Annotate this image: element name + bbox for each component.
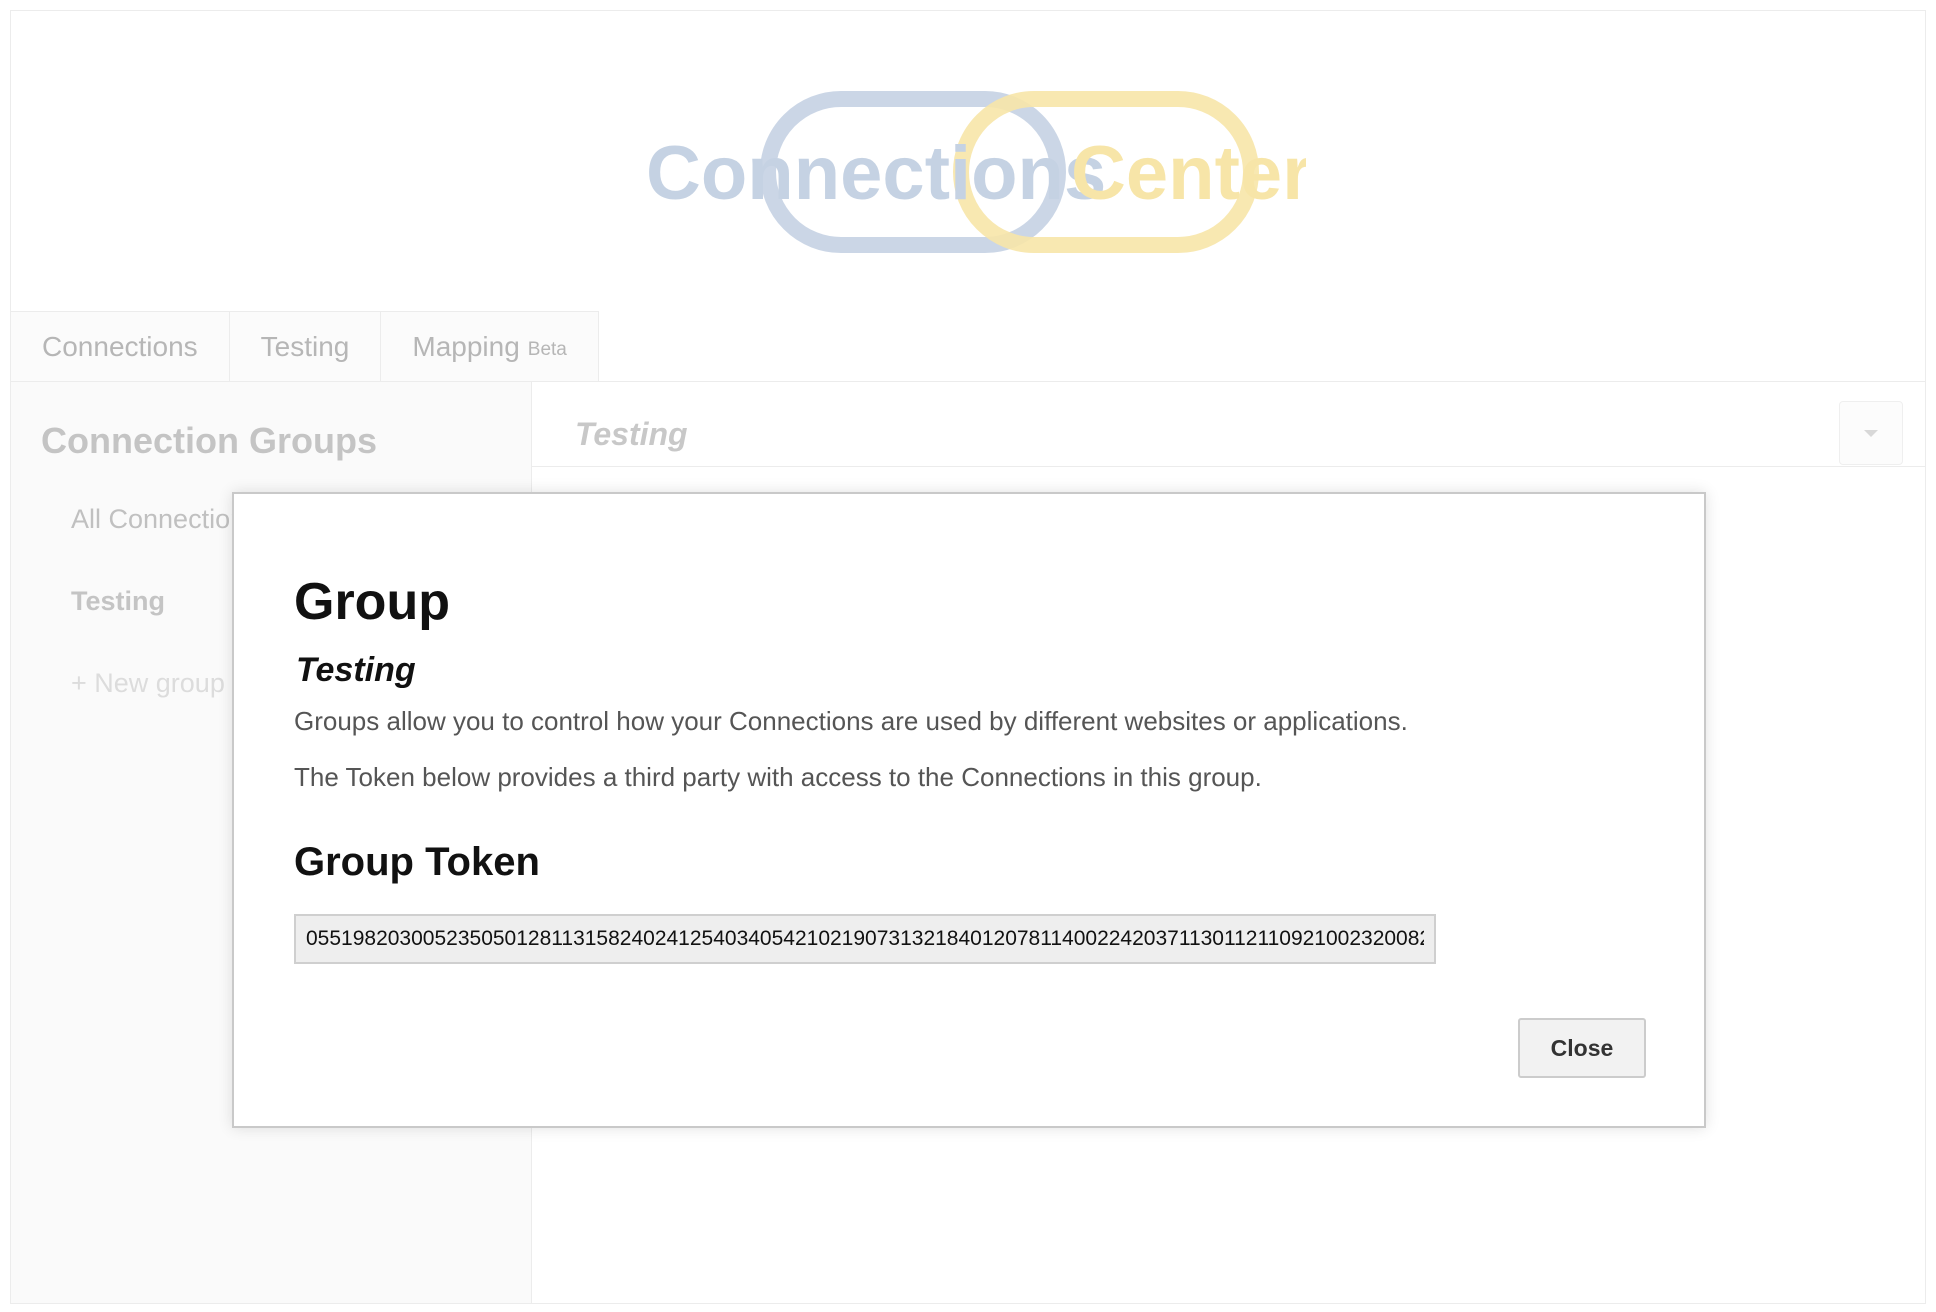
tab-testing[interactable]: Testing <box>229 312 382 381</box>
modal-title: Group <box>294 573 450 631</box>
group-title: Testing <box>575 416 688 452</box>
close-button[interactable]: Close <box>1518 1018 1646 1078</box>
modal-description: Groups allow you to control how your Con… <box>294 706 1408 736</box>
group-options-dropdown[interactable] <box>1839 401 1903 465</box>
header: Connections Center <box>11 11 1925 311</box>
tab-label: Testing <box>260 330 350 362</box>
main-tabs: Connections Testing Mapping Beta <box>11 311 599 381</box>
group-modal: Group Testing Groups allow you to contro… <box>232 492 1706 1128</box>
token-heading: Group Token <box>294 840 540 884</box>
sidebar-item-all-connections[interactable]: All Connections <box>71 504 259 535</box>
tab-mapping[interactable]: Mapping Beta <box>381 312 598 381</box>
sidebar-title: Connection Groups <box>41 420 377 461</box>
modal-group-name: Testing <box>296 651 416 689</box>
svg-text:Center: Center <box>1071 131 1306 216</box>
svg-text:Connections: Connections <box>646 131 1106 216</box>
beta-badge: Beta <box>527 338 567 360</box>
chevron-down-icon <box>1864 429 1878 437</box>
new-group-link[interactable]: + New group <box>71 668 225 699</box>
tab-label: Mapping <box>412 330 520 362</box>
main-header: Testing <box>532 382 1925 467</box>
tab-label: Connections <box>42 330 198 362</box>
sidebar-item-testing[interactable]: Testing <box>71 586 165 617</box>
modal-token-description: The Token below provides a third party w… <box>294 762 1262 792</box>
group-token-field[interactable] <box>294 914 1436 964</box>
tab-connections[interactable]: Connections <box>11 312 230 381</box>
connections-center-logo: Connections Center <box>646 91 1312 256</box>
